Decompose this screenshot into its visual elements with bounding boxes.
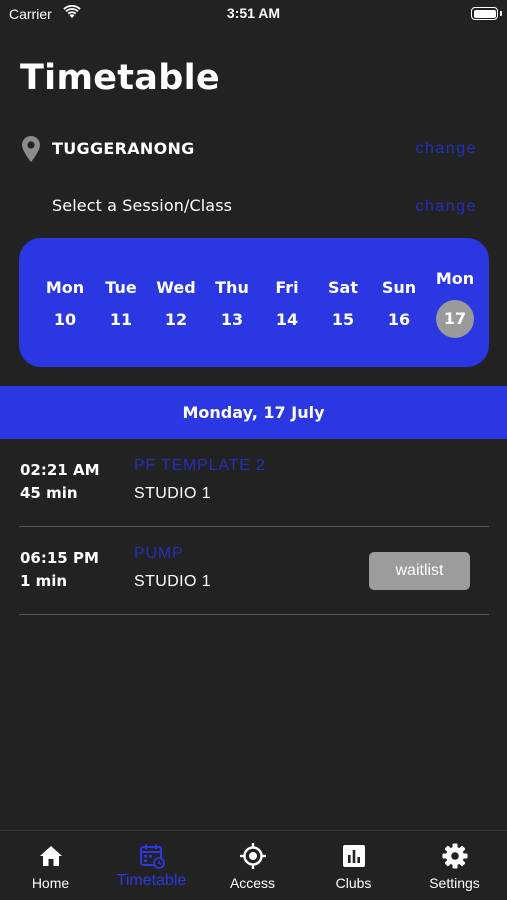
change-session-link[interactable]: change xyxy=(416,198,478,216)
day-sun-16[interactable]: Sun 16 xyxy=(371,238,427,367)
day-tue-11[interactable]: Tue 11 xyxy=(93,238,149,367)
tab-label: Settings xyxy=(429,875,480,891)
calendar-icon xyxy=(140,844,165,869)
session-time: 06:15 PM xyxy=(20,549,99,567)
session-select-row: Select a Session/Class change xyxy=(20,194,487,220)
day-number: 16 xyxy=(387,310,411,329)
day-number: 14 xyxy=(275,310,299,329)
day-thu-13[interactable]: Thu 13 xyxy=(204,238,260,367)
day-name: Mon xyxy=(45,278,85,297)
session-location: STUDIO 1 xyxy=(134,573,211,590)
day-number: 10 xyxy=(53,310,77,329)
session-location: STUDIO 1 xyxy=(134,485,211,502)
session-select-label: Select a Session/Class xyxy=(52,196,233,215)
tab-label: Clubs xyxy=(335,875,372,891)
day-number: 17 xyxy=(436,300,474,338)
session-time: 02:21 AM xyxy=(20,461,100,479)
tab-home[interactable]: Home xyxy=(0,831,101,900)
page-title: Timetable xyxy=(20,58,220,98)
status-bar: Carrier 3:51 AM xyxy=(0,0,507,28)
location-name: TUGGERANONG xyxy=(52,139,195,158)
session-item[interactable]: 02:21 AM 45 min PF TEMPLATE 2 STUDIO 1 xyxy=(19,439,489,527)
day-name: Thu xyxy=(215,278,249,297)
session-item[interactable]: 06:15 PM 1 min PUMP STUDIO 1 waitlist xyxy=(19,527,489,615)
day-number: 13 xyxy=(220,310,244,329)
location-row: TUGGERANONG change xyxy=(20,136,487,162)
day-name: Mon xyxy=(435,269,475,288)
waitlist-button[interactable]: waitlist xyxy=(369,552,470,590)
day-name: Fri xyxy=(275,278,299,297)
change-location-link[interactable]: change xyxy=(416,140,478,158)
day-name: Sat xyxy=(328,278,358,297)
day-number: 12 xyxy=(164,310,188,329)
selected-date-banner: Monday, 17 July xyxy=(0,386,507,439)
day-name: Tue xyxy=(105,278,137,297)
battery-tip xyxy=(500,11,502,16)
day-number: 15 xyxy=(331,310,355,329)
session-name-link[interactable]: PF TEMPLATE 2 xyxy=(134,457,266,475)
bottom-tab-bar: Home Timetable Access Clubs Settings xyxy=(0,830,507,900)
tab-label: Access xyxy=(229,875,276,891)
day-name: Wed xyxy=(156,278,196,297)
tab-settings[interactable]: Settings xyxy=(404,831,505,900)
tab-label: Timetable xyxy=(116,872,187,889)
gear-icon xyxy=(442,843,468,869)
bar-chart-icon xyxy=(343,845,365,867)
home-icon xyxy=(40,846,62,866)
day-mon-17[interactable]: Mon 17 xyxy=(427,238,483,367)
tab-clubs[interactable]: Clubs xyxy=(303,831,404,900)
week-day-selector: Mon 10 Tue 11 Wed 12 Thu 13 Fri 14 Sat 15 Sun 16 Mon 17 xyxy=(19,238,489,367)
session-duration: 45 min xyxy=(20,484,78,502)
tab-access[interactable]: Access xyxy=(202,831,303,900)
tab-timetable[interactable]: Timetable xyxy=(101,831,202,900)
session-name-link[interactable]: PUMP xyxy=(134,545,183,563)
day-number: 11 xyxy=(109,310,133,329)
session-duration: 1 min xyxy=(20,572,68,590)
day-sat-15[interactable]: Sat 15 xyxy=(315,238,371,367)
location-pin-icon xyxy=(22,136,40,162)
day-wed-12[interactable]: Wed 12 xyxy=(148,238,204,367)
clock: 3:51 AM xyxy=(226,5,281,21)
tab-label: Home xyxy=(31,875,70,891)
battery-icon xyxy=(471,7,498,20)
day-mon-10[interactable]: Mon 10 xyxy=(37,238,93,367)
access-target-icon xyxy=(240,843,266,869)
day-name: Sun xyxy=(381,278,417,297)
day-fri-14[interactable]: Fri 14 xyxy=(259,238,315,367)
